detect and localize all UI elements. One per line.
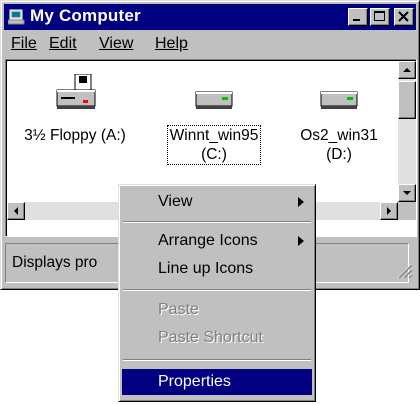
minimize-button[interactable] bbox=[348, 8, 368, 26]
context-menu-line-up-icons[interactable]: Line up Icons bbox=[122, 256, 312, 282]
scroll-left-button[interactable] bbox=[7, 202, 25, 220]
arrow-down-icon bbox=[403, 191, 411, 195]
floppy-drive-icon bbox=[56, 74, 96, 109]
submenu-arrow-icon bbox=[298, 236, 304, 246]
context-menu-arrange-icons-label: Arrange Icons bbox=[158, 232, 258, 249]
menu-file[interactable]: File bbox=[11, 35, 37, 53]
context-menu-arrange-icons[interactable]: Arrange Icons bbox=[122, 228, 312, 254]
drive-d-label-line2: (D:) bbox=[326, 146, 352, 163]
menu-view-label: View bbox=[99, 35, 134, 52]
scroll-up-button[interactable] bbox=[398, 61, 416, 79]
menu-view[interactable]: View bbox=[99, 35, 133, 53]
context-menu-paste-shortcut[interactable]: Paste Shortcut bbox=[122, 325, 312, 351]
arrow-left-icon bbox=[14, 207, 18, 215]
arrow-up-icon bbox=[403, 68, 411, 72]
menu-help[interactable]: Help bbox=[155, 35, 188, 53]
vertical-scroll-thumb[interactable] bbox=[398, 81, 416, 119]
window-title: My Computer bbox=[30, 6, 141, 25]
drive-a-label: 3½ Floppy (A:) bbox=[24, 127, 126, 144]
context-menu-paste[interactable]: Paste bbox=[122, 297, 312, 323]
maximize-button[interactable] bbox=[370, 8, 390, 26]
close-button[interactable] bbox=[394, 8, 414, 26]
my-computer-icon bbox=[8, 9, 25, 25]
context-menu-line-up-icons-label: Line up Icons bbox=[158, 260, 254, 277]
menu-separator bbox=[123, 289, 311, 291]
menu-separator bbox=[123, 221, 311, 223]
context-menu-view[interactable]: View bbox=[122, 189, 312, 215]
context-menu-paste-label: Paste bbox=[158, 301, 199, 318]
drive-c-label: Winnt_win95 (C:) bbox=[166, 125, 262, 165]
drive-d-item[interactable]: Os2_win31 (D:) bbox=[284, 74, 394, 164]
minimize-icon bbox=[353, 19, 360, 21]
scroll-down-button[interactable] bbox=[398, 184, 416, 202]
context-menu-properties[interactable]: Properties bbox=[122, 369, 312, 395]
context-menu: View Arrange Icons Line up Icons Paste P… bbox=[118, 184, 316, 402]
menu-edit-label: Edit bbox=[49, 35, 77, 52]
context-menu-view-label: View bbox=[158, 193, 193, 210]
hard-drive-icon bbox=[195, 91, 233, 109]
vertical-scrollbar[interactable] bbox=[398, 61, 416, 202]
menu-edit[interactable]: Edit bbox=[49, 35, 77, 53]
drive-a-item[interactable]: 3½ Floppy (A:) bbox=[8, 74, 142, 145]
scrollbar-corner bbox=[398, 202, 416, 220]
drive-c-item[interactable]: Winnt_win95 (C:) bbox=[156, 74, 272, 165]
drive-c-label-line2: (C:) bbox=[201, 146, 227, 163]
drive-c-label-line1: Winnt_win95 bbox=[169, 127, 259, 144]
drive-c-label-wrap: Winnt_win95 (C:) bbox=[156, 125, 272, 165]
menu-separator bbox=[123, 359, 311, 361]
menu-file-label: File bbox=[11, 35, 37, 52]
scroll-right-button[interactable] bbox=[380, 202, 398, 220]
maximize-icon bbox=[374, 11, 385, 21]
context-menu-paste-shortcut-label: Paste Shortcut bbox=[158, 329, 263, 346]
submenu-arrow-icon bbox=[298, 197, 304, 207]
status-text: Displays pro bbox=[12, 254, 98, 271]
resize-grip-icon[interactable] bbox=[393, 259, 413, 279]
arrow-right-icon bbox=[387, 207, 391, 215]
menu-bar: File Edit View Help bbox=[5, 31, 415, 57]
menu-help-label: Help bbox=[155, 35, 188, 52]
title-bar[interactable]: My Computer bbox=[4, 4, 416, 30]
hard-drive-icon bbox=[320, 91, 358, 109]
drive-d-label-line1: Os2_win31 bbox=[300, 127, 378, 144]
context-menu-properties-label: Properties bbox=[158, 373, 231, 390]
drive-d-label: Os2_win31 (D:) bbox=[284, 126, 394, 164]
close-icon bbox=[398, 11, 409, 22]
